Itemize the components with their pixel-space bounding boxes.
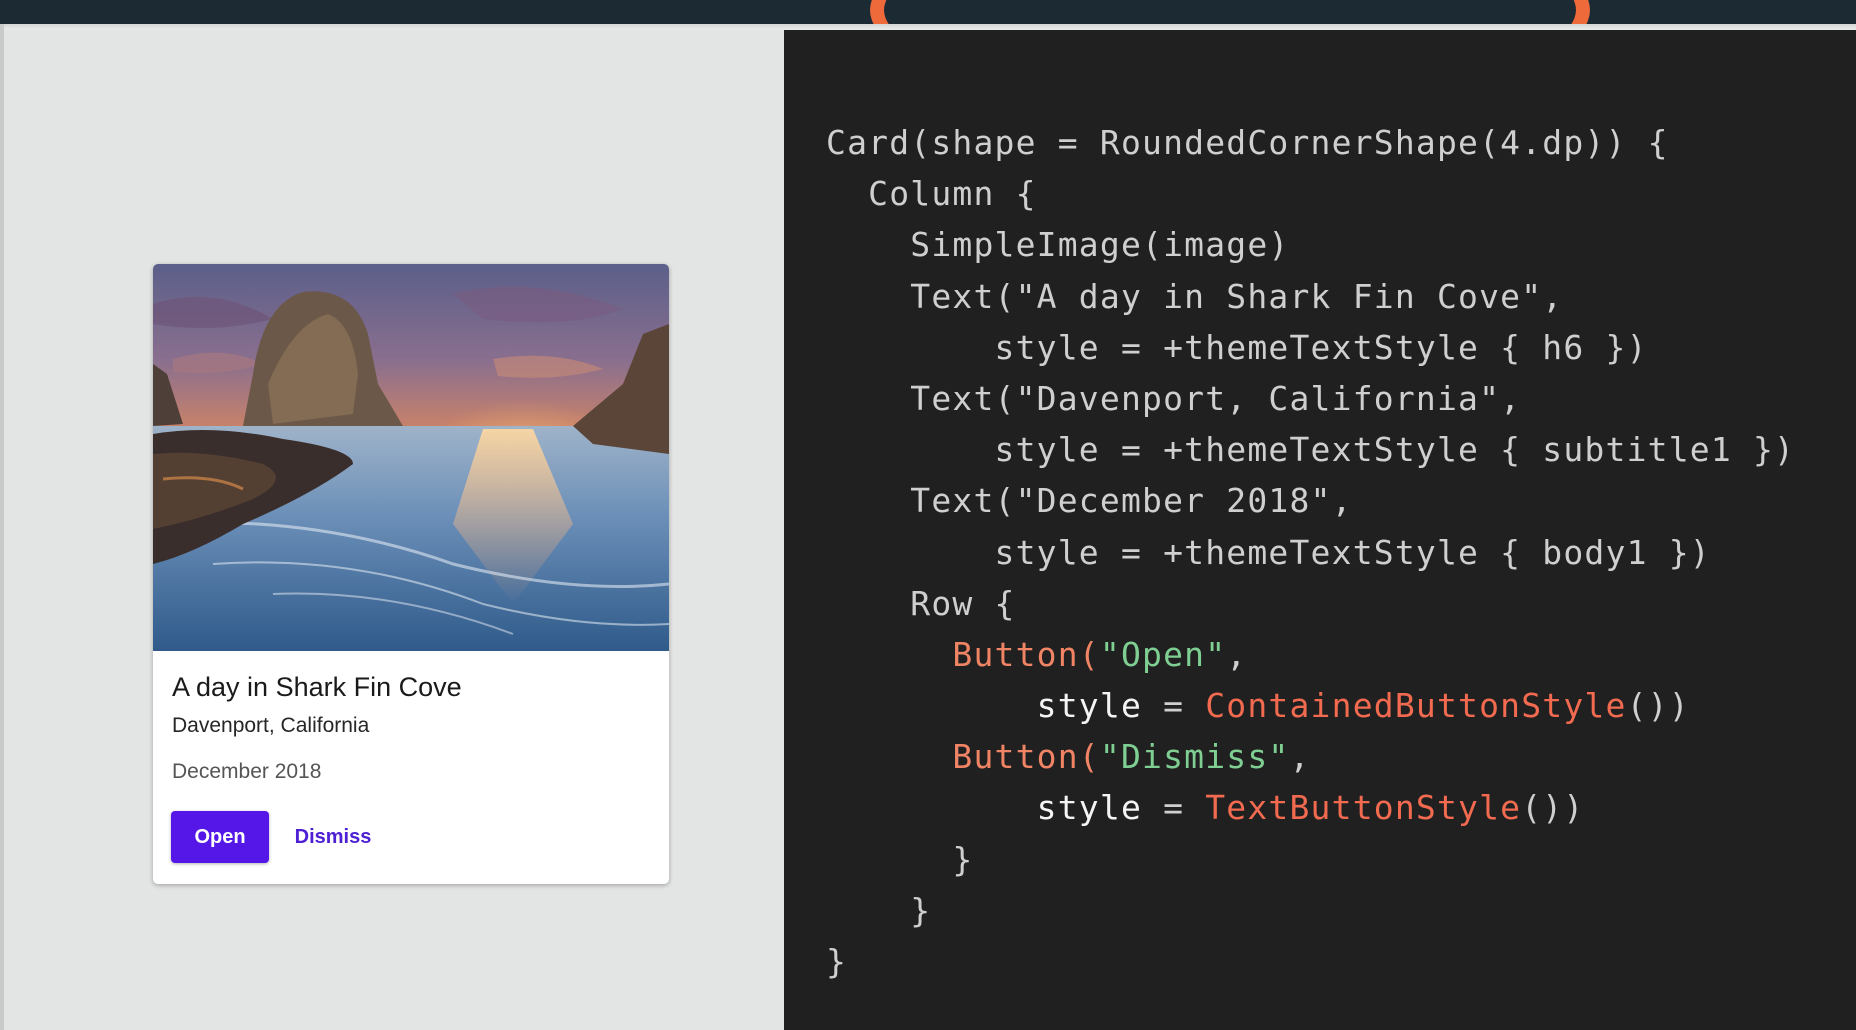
code-token: Column { [826,174,1037,214]
code-token: style [826,686,1143,726]
code-token: Button( [952,737,1100,777]
code-token: Card(shape = RoundedCornerShape(4.dp)) { [826,123,1669,162]
code-line: Card(shape = RoundedCornerShape(4.dp)) { [826,117,1795,168]
code-token: Text("December 2018", [826,481,1353,521]
code-line: style = +themeTextStyle { h6 }) [826,322,1795,373]
code-line: Button("Dismiss", [826,731,1795,782]
code-line: } [826,834,1795,885]
code-token: style = +themeTextStyle { subtitle1 }) [826,430,1796,470]
code-token: style [826,788,1143,828]
code-token: Button( [952,634,1100,674]
code-token: , [1226,634,1248,674]
code-token: SimpleImage(image) [826,225,1290,265]
code-token: "Dismiss" [1099,737,1290,777]
code-line: Button("Open", [826,629,1795,680]
card-title: A day in Shark Fin Cove [172,672,462,702]
code-token: } [826,839,974,879]
dismiss-button[interactable]: Dismiss [285,811,381,863]
code-token: } [826,942,848,981]
code-token: ContainedButtonStyle [1205,686,1627,726]
code-token: ()) [1626,686,1690,726]
card: A day in Shark Fin Cove Davenport, Calif… [153,264,669,884]
code-line: Text("December 2018", [826,475,1795,526]
code-line: SimpleImage(image) [826,219,1795,270]
code-token: } [826,890,932,930]
code-block: Card(shape = RoundedCornerShape(4.dp)) {… [826,117,1795,987]
code-line: } [826,885,1795,936]
code-line: Text("Davenport, California", [826,373,1795,424]
code-token: Text("A day in Shark Fin Cove", [826,276,1564,316]
code-token: = [1142,788,1206,828]
code-line: } [826,936,1795,987]
top-bar [0,0,1856,24]
card-subtitle: Davenport, California [172,714,370,737]
code-line: Text("A day in Shark Fin Cove", [826,271,1795,322]
code-line: Row { [826,578,1795,629]
card-date: December 2018 [172,760,322,783]
code-token: "Open" [1099,634,1227,674]
code-token: Row { [826,583,1016,623]
code-line: style = ContainedButtonStyle()) [826,680,1795,731]
open-button[interactable]: Open [171,811,269,863]
code-token: TextButtonStyle [1205,788,1522,828]
code-line: Column { [826,168,1795,219]
code-token: ()) [1521,788,1585,828]
code-line: style = +themeTextStyle { subtitle1 }) [826,424,1795,475]
code-token: style = +themeTextStyle { body1 }) [826,532,1711,572]
code-token: style = +themeTextStyle { h6 }) [826,327,1648,367]
coastal-sunset-photo [153,264,669,651]
left-edge [0,24,4,1030]
code-line: style = TextButtonStyle()) [826,782,1795,833]
code-token: = [1142,686,1206,726]
code-token: , [1289,737,1311,777]
code-token: Text("Davenport, California", [826,378,1522,418]
code-line: style = +themeTextStyle { body1 }) [826,527,1795,578]
decorative-arc [870,0,1590,24]
